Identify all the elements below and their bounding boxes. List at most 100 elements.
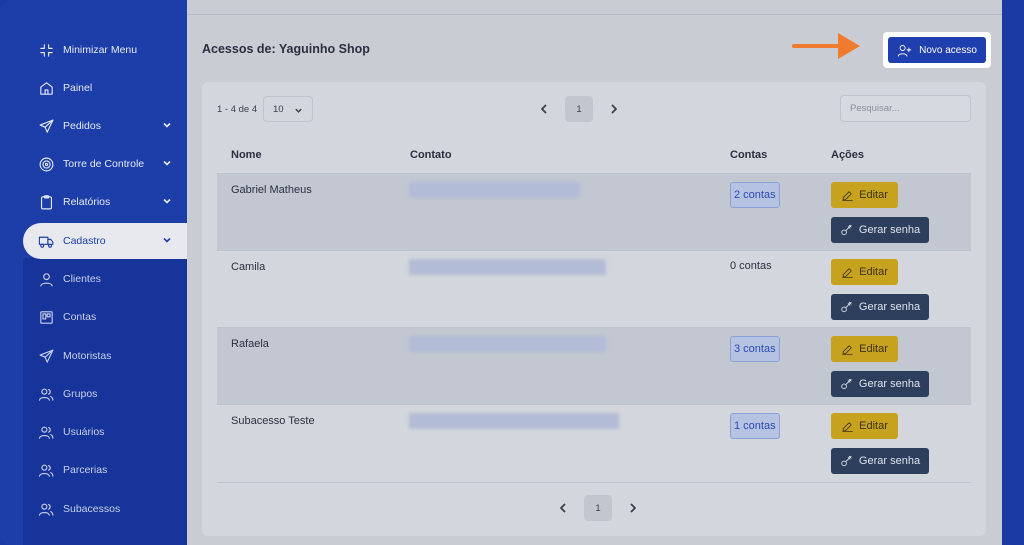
edit-icon (842, 190, 853, 201)
column-header-contato: Contato (410, 149, 452, 161)
next-page-button[interactable] (622, 497, 644, 519)
prev-page-button[interactable] (552, 497, 574, 519)
chevron-right-icon (630, 503, 636, 513)
sidebar-item-subacessos[interactable]: Subacessos (23, 491, 187, 527)
edit-button[interactable]: Editar (831, 182, 898, 208)
home-icon (35, 77, 57, 99)
table-row: Rafaela 3 contas Editar Gerar senha (217, 327, 971, 404)
edit-icon (842, 267, 853, 278)
sidebar-item-label: Motoristas (63, 350, 112, 362)
arrow-right-icon (792, 33, 860, 59)
row-name: Gabriel Matheus (231, 184, 312, 196)
sidebar-item-label: Grupos (63, 388, 98, 400)
sidebar-item-motoristas[interactable]: Motoristas (23, 338, 187, 374)
key-icon (841, 224, 852, 236)
bottom-pagination: 1 (552, 495, 644, 521)
sidebar-item-relatorios[interactable]: Relatórios (23, 184, 187, 220)
contas-link[interactable]: 3 contas (730, 336, 780, 362)
sidebar-item-grupos[interactable]: Grupos (23, 376, 187, 412)
row-name: Rafaela (231, 338, 269, 350)
column-header-contas: Contas (730, 149, 768, 161)
sidebar-item-label: Clientes (63, 273, 101, 285)
contact-redacted (409, 182, 580, 198)
sidebar-item-clientes[interactable]: Clientes (23, 261, 187, 297)
edit-label: Editar (859, 266, 888, 278)
sidebar-item-minimize[interactable]: Minimizar Menu (23, 32, 187, 68)
divider (187, 14, 1002, 15)
chevron-down-icon (161, 119, 173, 131)
users-icon (35, 498, 57, 520)
sidebar-item-contas[interactable]: Contas (23, 299, 187, 335)
pagination-range: 1 - 4 de 4 (217, 104, 258, 115)
per-page-select[interactable]: 10 (263, 96, 313, 122)
sidebar-item-label: Painel (63, 82, 93, 94)
search-input[interactable] (840, 95, 971, 122)
account-icon (35, 306, 57, 328)
generate-password-button[interactable]: Gerar senha (831, 371, 929, 397)
sidebar-item-label: Subacessos (63, 503, 121, 515)
sidebar-item-torre-de-controle[interactable]: Torre de Controle (23, 146, 187, 182)
sidebar-item-label: Usuários (63, 426, 105, 438)
chevron-right-icon (611, 104, 617, 114)
edit-button[interactable]: Editar (831, 336, 898, 362)
key-icon (841, 301, 852, 313)
row-name: Subacesso Teste (231, 415, 315, 427)
page-title: Acessos de: Yaguinho Shop (202, 42, 370, 56)
users-icon (35, 459, 57, 481)
new-access-button[interactable]: Novo acesso (888, 37, 986, 63)
generate-password-label: Gerar senha (858, 224, 921, 236)
edit-icon (842, 421, 853, 432)
contact-redacted (409, 413, 619, 429)
chevron-down-icon (161, 234, 173, 246)
sidebar-item-painel[interactable]: Painel (23, 70, 187, 106)
contas-count: 0 contas (730, 260, 772, 272)
generate-password-label: Gerar senha (858, 301, 921, 313)
key-icon (841, 378, 852, 390)
divider (217, 482, 971, 483)
top-pagination: 1 (533, 96, 625, 122)
contact-redacted (409, 336, 606, 352)
generate-password-label: Gerar senha (858, 378, 921, 390)
prev-page-button[interactable] (533, 98, 555, 120)
edit-button[interactable]: Editar (831, 413, 898, 439)
accesses-card: 1 - 4 de 4 10 1 Nome Contato Contas Açõe… (202, 82, 986, 536)
main-content: Acessos de: Yaguinho Shop Novo acesso 1 … (187, 0, 1002, 545)
key-icon (841, 455, 852, 467)
contas-link[interactable]: 1 contas (730, 413, 780, 439)
chevron-left-icon (541, 104, 547, 114)
generate-password-button[interactable]: Gerar senha (831, 217, 929, 243)
contas-link[interactable]: 2 contas (730, 182, 780, 208)
sidebar-item-label: Parcerias (63, 464, 108, 476)
row-name: Camila (231, 261, 266, 273)
sidebar-item-parcerias[interactable]: Parcerias (23, 452, 187, 488)
users-icon (35, 383, 57, 405)
target-icon (35, 153, 57, 175)
edit-button[interactable]: Editar (831, 259, 898, 285)
edit-label: Editar (859, 343, 888, 355)
next-page-button[interactable] (603, 98, 625, 120)
contact-redacted (409, 259, 606, 275)
sidebar-item-usuarios[interactable]: Usuários (23, 414, 187, 450)
users-icon (35, 421, 57, 443)
current-page[interactable]: 1 (584, 495, 612, 521)
chevron-down-icon (161, 195, 173, 207)
sidebar: Minimizar Menu Painel Pedidos Torre de C… (0, 0, 187, 545)
generate-password-button[interactable]: Gerar senha (831, 448, 929, 474)
new-access-label: Novo acesso (919, 44, 977, 56)
sidebar-item-label: Minimizar Menu (63, 44, 138, 56)
send-icon (35, 345, 57, 367)
current-page[interactable]: 1 (565, 96, 593, 122)
chevron-down-icon (295, 108, 302, 113)
sidebar-item-pedidos[interactable]: Pedidos (23, 108, 187, 144)
edit-icon (842, 344, 853, 355)
edit-label: Editar (859, 189, 888, 201)
sidebar-item-label: Torre de Controle (63, 158, 145, 170)
sidebar-item-cadastro[interactable]: Cadastro (23, 223, 187, 259)
table-row: Gabriel Matheus 2 contas Editar Gerar se… (217, 173, 971, 250)
edit-label: Editar (859, 420, 888, 432)
per-page-value: 10 (273, 103, 284, 115)
table-row: Subacesso Teste 1 contas Editar Gerar se… (217, 404, 971, 481)
column-header-acoes: Ações (831, 149, 865, 161)
generate-password-button[interactable]: Gerar senha (831, 294, 929, 320)
minimize-icon (35, 39, 57, 61)
